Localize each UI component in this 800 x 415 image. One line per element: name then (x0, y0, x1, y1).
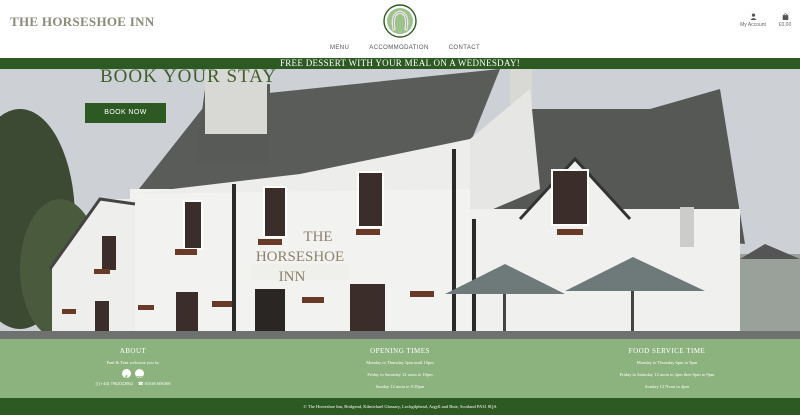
my-account-link[interactable]: My Account (739, 13, 767, 28)
phone-numbers: ▯ (+44) 7962022902 ☎ 01546 606369 (33, 381, 233, 387)
about-text: Paul & Toni welcome you to; (106, 360, 160, 365)
horseshoe-logo-icon[interactable] (383, 4, 417, 38)
my-account-label: My Account (740, 22, 766, 28)
cart-link[interactable]: £0.00 (777, 13, 793, 28)
landline-number: 01546 606369 (144, 381, 171, 386)
social-links: f (33, 369, 233, 383)
food-line: Friday to Saturday 12 noon to 3pm then 6… (619, 372, 715, 377)
sign-line-2: HORSESHOE (256, 249, 344, 265)
opening-line: Friday to Saturday 12 noon to 10pm (367, 372, 433, 377)
footer-info: ABOUT Paul & Toni welcome you to; f ▯ (+… (0, 339, 800, 398)
sign-line-3: INN (279, 269, 306, 285)
opening-line: Sunday 12 noon to 9.30pm (375, 384, 425, 389)
book-now-button[interactable]: BOOK NOW (85, 103, 166, 123)
nav-contact[interactable]: CONTACT (449, 45, 480, 51)
tripadvisor-icon[interactable] (135, 369, 144, 380)
food-line: Monday to Thursday 6pm to 9pm (636, 360, 698, 365)
promo-banner: FREE DESSERT WITH YOUR MEAL ON A WEDNESD… (0, 58, 800, 69)
user-icon (749, 13, 757, 20)
site-header: THE HORSESHOE INN MENU ACCOMMODATION CON… (0, 0, 800, 58)
svg-text:f: f (125, 374, 128, 382)
nav-accommodation[interactable]: ACCOMMODATION (369, 45, 428, 51)
copyright-bar: © The Horseshoe Inn, Bridgend, Kilmichae… (0, 398, 800, 415)
food-service-heading: FOOD SERVICE TIME (628, 347, 706, 355)
nav-menu[interactable]: MENU (330, 45, 349, 51)
opening-times-column: OPENING TIMES Monday to Thursday 5pm unt… (300, 347, 500, 396)
hero-title: BOOK YOUR STAY (100, 69, 277, 87)
brand-name[interactable]: THE HORSESHOE INN (10, 14, 155, 30)
shopping-bag-icon (782, 13, 788, 20)
about-heading: ABOUT (119, 347, 147, 355)
facebook-icon[interactable]: f (122, 369, 131, 383)
hero-section: THE HORSESHOE INN BOOK YOUR STAY BOOK NO… (0, 69, 800, 339)
about-column: ABOUT Paul & Toni welcome you to; f ▯ (+… (33, 347, 233, 387)
main-nav: MENU ACCOMMODATION CONTACT (330, 45, 500, 51)
food-line: Sunday 12 Noon to 4pm (644, 384, 689, 389)
sign-line-1: THE (303, 229, 332, 245)
opening-line: Monday to Thursday 5pm until 10pm (366, 360, 434, 365)
opening-times-heading: OPENING TIMES (370, 347, 430, 355)
cart-total: £0.00 (778, 22, 792, 28)
food-service-column: FOOD SERVICE TIME Monday to Thursday 6pm… (567, 347, 767, 396)
